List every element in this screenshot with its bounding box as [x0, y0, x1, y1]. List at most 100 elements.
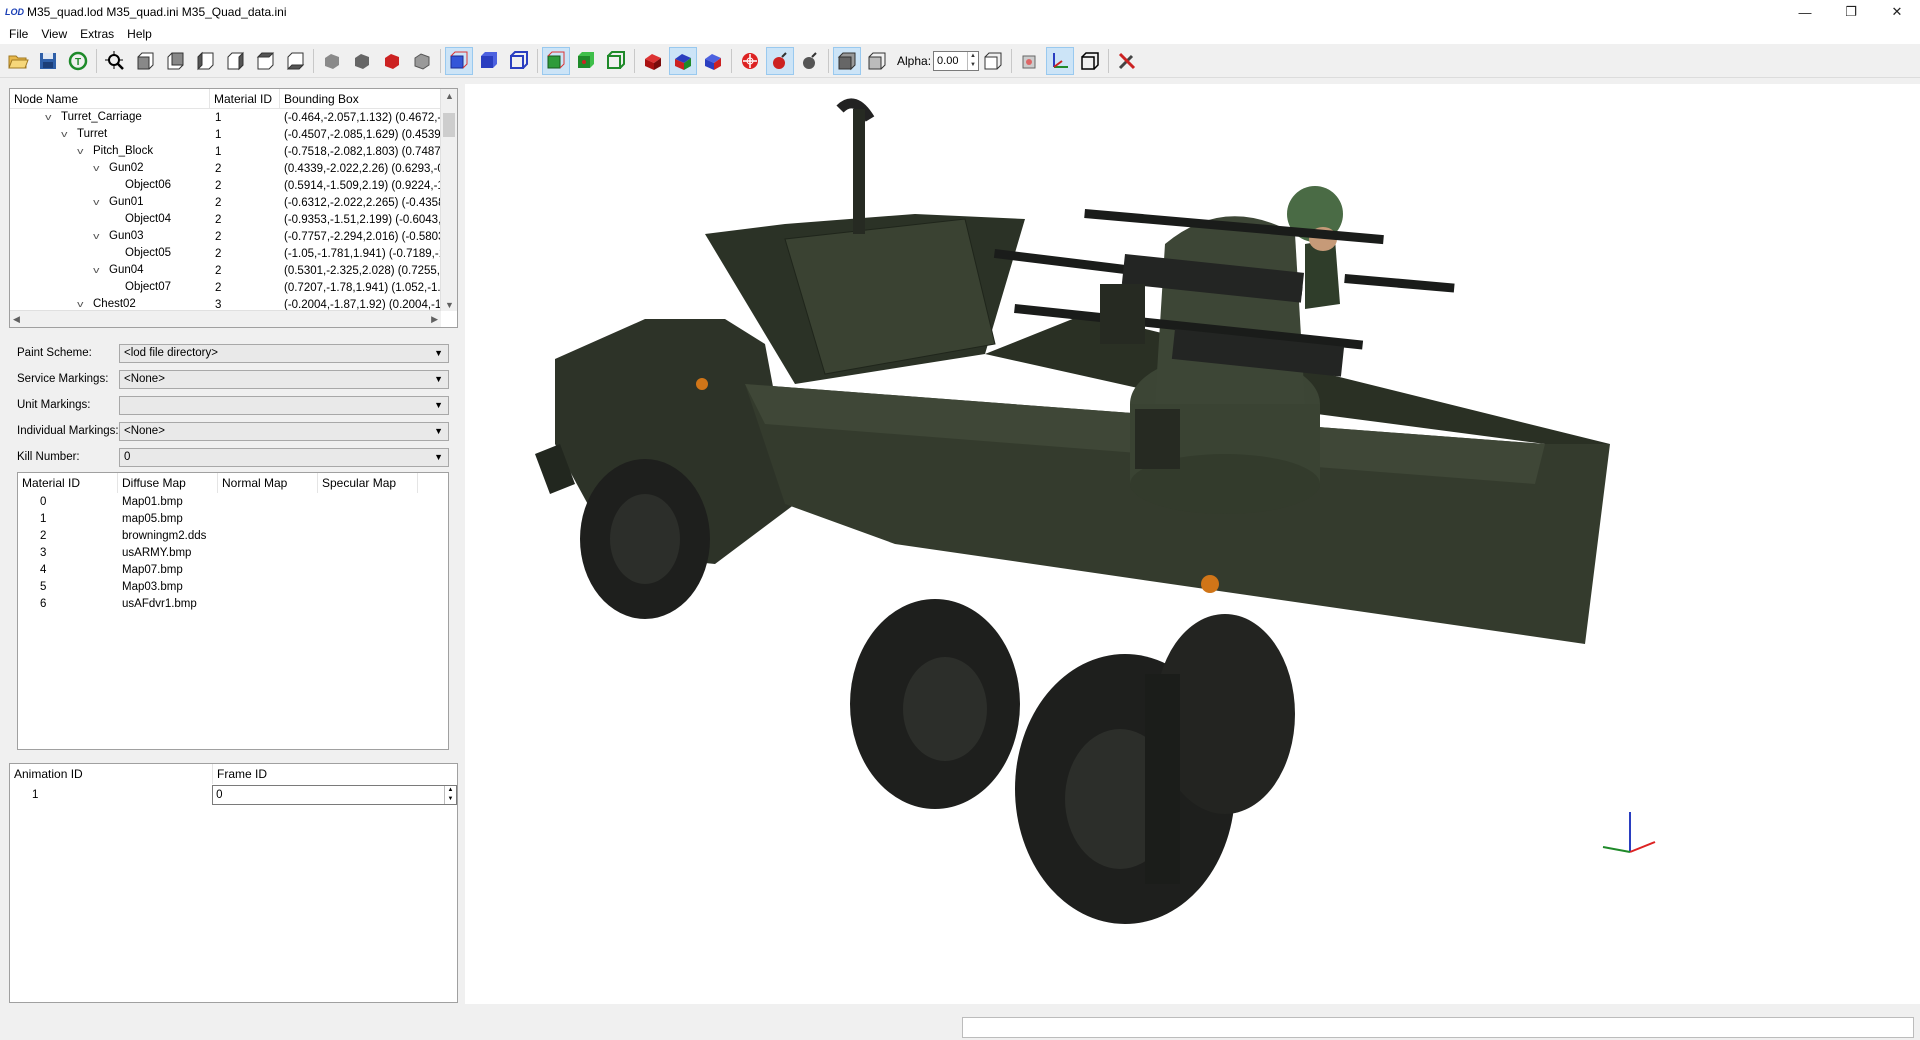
tree-node-cell[interactable]: v Turret_Carriage — [10, 109, 210, 126]
tree-row[interactable]: v Gun01 2 (-0.6312,-2.022,2.265) (-0.4358, — [10, 194, 457, 211]
tree-node-cell[interactable]: Object05 — [10, 245, 210, 262]
target-icon[interactable] — [736, 47, 764, 75]
tools-icon[interactable] — [1113, 47, 1141, 75]
axes-icon[interactable] — [1046, 46, 1075, 75]
alpha-value[interactable]: 0.00 — [937, 55, 958, 67]
tree-node-cell[interactable]: v Gun02 — [10, 160, 210, 177]
menu-view[interactable]: View — [36, 27, 75, 41]
tree-row[interactable]: v Gun04 2 (0.5301,-2.325,2.028) (0.7255,-( — [10, 262, 457, 279]
chevron-down-icon[interactable]: v — [93, 194, 99, 211]
tree-node-cell[interactable]: v Gun01 — [10, 194, 210, 211]
header-normal-map[interactable]: Normal Map — [218, 473, 318, 493]
bomb-icon[interactable] — [766, 46, 794, 75]
chevron-down-icon[interactable]: v — [93, 228, 99, 245]
material-row[interactable]: 0 Map01.bmp — [18, 493, 448, 510]
scroll-up-icon[interactable]: ▲ — [445, 91, 454, 101]
view-back-icon[interactable] — [161, 47, 189, 75]
tree-node-cell[interactable]: Object06 — [10, 177, 210, 194]
tree-row[interactable]: v Turret 1 (-0.4507,-2.085,1.629) (0.4539,- — [10, 126, 457, 143]
chevron-down-icon[interactable]: v — [93, 160, 99, 177]
wireframe-blue-icon[interactable] — [445, 46, 473, 75]
header-diffuse-map[interactable]: Diffuse Map — [118, 473, 218, 493]
view-bottom-icon[interactable] — [281, 47, 309, 75]
menu-extras[interactable]: Extras — [75, 27, 122, 41]
solid-dark-icon[interactable] — [348, 47, 376, 75]
3d-viewport[interactable] — [465, 84, 1920, 1004]
chevron-down-icon[interactable]: ▼ — [434, 449, 443, 466]
bounding-box-icon[interactable] — [1076, 47, 1104, 75]
view-left-icon[interactable] — [191, 47, 219, 75]
service-markings-combo[interactable]: <None> ▼ — [119, 369, 449, 389]
cube-blue-solid-icon[interactable] — [475, 47, 503, 75]
material-row[interactable]: 1 map05.bmp — [18, 510, 448, 527]
cube-blue-outline-icon[interactable] — [505, 47, 533, 75]
view-right-icon[interactable] — [221, 47, 249, 75]
chevron-down-icon[interactable]: ▼ — [434, 423, 443, 440]
tree-horizontal-scrollbar[interactable]: ◀ ▶ — [10, 310, 441, 327]
tree-node-cell[interactable]: v Gun03 — [10, 228, 210, 245]
tree-row[interactable]: v Gun03 2 (-0.7757,-2.294,2.016) (-0.5803, — [10, 228, 457, 245]
frame-id-spinbox[interactable]: 0 ▲ ▼ — [212, 785, 457, 805]
view-front-icon[interactable] — [131, 47, 159, 75]
menu-help[interactable]: Help — [122, 27, 160, 41]
animation-row[interactable]: 1 0 ▲ ▼ — [10, 784, 457, 806]
header-node-name[interactable]: Node Name — [10, 89, 210, 109]
chevron-down-icon[interactable]: ▼ — [434, 397, 443, 414]
solid-red-icon[interactable] — [378, 47, 406, 75]
zoom-fit-icon[interactable] — [101, 47, 129, 75]
material-row[interactable]: 6 usAFdvr1.bmp — [18, 595, 448, 612]
alpha-box-icon[interactable] — [979, 47, 1007, 75]
cube-green-wire-icon[interactable] — [542, 46, 570, 75]
chevron-down-icon[interactable]: v — [93, 262, 99, 279]
tree-node-cell[interactable]: v Pitch_Block — [10, 143, 210, 160]
spin-arrows-icon[interactable]: ▲ ▼ — [444, 786, 456, 804]
alpha-spinbox[interactable]: 0.00 ▲ ▼ — [933, 50, 980, 71]
materials-table[interactable]: Material ID Diffuse Map Normal Map Specu… — [17, 472, 449, 750]
header-bounding-box[interactable]: Bounding Box — [280, 89, 441, 109]
unit-markings-combo[interactable]: ▼ — [119, 395, 449, 415]
open-icon[interactable] — [4, 47, 32, 75]
material-row[interactable]: 2 browningm2.dds — [18, 527, 448, 544]
header-frame-id[interactable]: Frame ID — [213, 764, 433, 784]
bomb-gray-icon[interactable] — [796, 47, 824, 75]
header-specular-map[interactable]: Specular Map — [318, 473, 418, 493]
menu-file[interactable]: File — [4, 27, 36, 41]
chevron-down-icon[interactable]: v — [61, 126, 67, 143]
minimize-button[interactable]: — — [1782, 0, 1828, 24]
individual-markings-combo[interactable]: <None> ▼ — [119, 421, 449, 441]
tree-row[interactable]: v Pitch_Block 1 (-0.7518,-2.082,1.803) (0.7… — [10, 143, 457, 160]
header-material-id[interactable]: Material ID — [210, 89, 280, 109]
solid-light-icon[interactable] — [408, 47, 436, 75]
chevron-down-icon[interactable]: ▼ — [434, 345, 443, 362]
cube-red-solid-icon[interactable] — [639, 47, 667, 75]
node-tree[interactable]: Node Name Material ID Bounding Box v Turr… — [9, 88, 458, 328]
scroll-thumb[interactable] — [443, 113, 455, 137]
material-row[interactable]: 4 Map07.bmp — [18, 561, 448, 578]
close-button[interactable]: ✕ — [1874, 0, 1920, 24]
chevron-down-icon[interactable]: v — [45, 109, 51, 126]
header-animation-id[interactable]: Animation ID — [10, 764, 213, 784]
animation-table[interactable]: Animation ID Frame ID 1 0 ▲ ▼ — [9, 763, 458, 1003]
solid-gray-icon[interactable] — [318, 47, 346, 75]
tree-row[interactable]: v Turret_Carriage 1 (-0.464,-2.057,1.132) (… — [10, 109, 457, 126]
tree-row[interactable]: v Gun02 2 (0.4339,-2.022,2.26) (0.6293,-0. — [10, 160, 457, 177]
scroll-right-icon[interactable]: ▶ — [431, 314, 438, 325]
tree-node-cell[interactable]: Object04 — [10, 211, 210, 228]
paint-scheme-combo[interactable]: <lod file directory> ▼ — [119, 343, 449, 363]
tree-node-cell[interactable]: v Turret — [10, 126, 210, 143]
save-icon[interactable] — [34, 47, 62, 75]
chevron-down-icon[interactable]: ▼ — [434, 371, 443, 388]
box-outline-icon[interactable] — [863, 47, 891, 75]
scroll-down-icon[interactable]: ▼ — [445, 300, 454, 310]
chevron-down-icon[interactable]: v — [77, 143, 83, 160]
tree-row[interactable]: Object04 2 (-0.9353,-1.51,2.199) (-0.6043,… — [10, 211, 457, 228]
tree-row[interactable]: Object06 2 (0.5914,-1.509,2.19) (0.9224,-1… — [10, 177, 457, 194]
truck-model[interactable] — [465, 84, 1920, 1004]
cube-green-outline-icon[interactable] — [602, 47, 630, 75]
material-row[interactable]: 3 usARMY.bmp — [18, 544, 448, 561]
spin-arrows-icon[interactable]: ▲ ▼ — [967, 51, 978, 70]
box-solid-icon[interactable] — [833, 46, 861, 75]
view-top-icon[interactable] — [251, 47, 279, 75]
cube-red-blue-icon[interactable] — [669, 46, 697, 75]
tree-vertical-scrollbar[interactable]: ▲ ▼ — [440, 89, 457, 311]
